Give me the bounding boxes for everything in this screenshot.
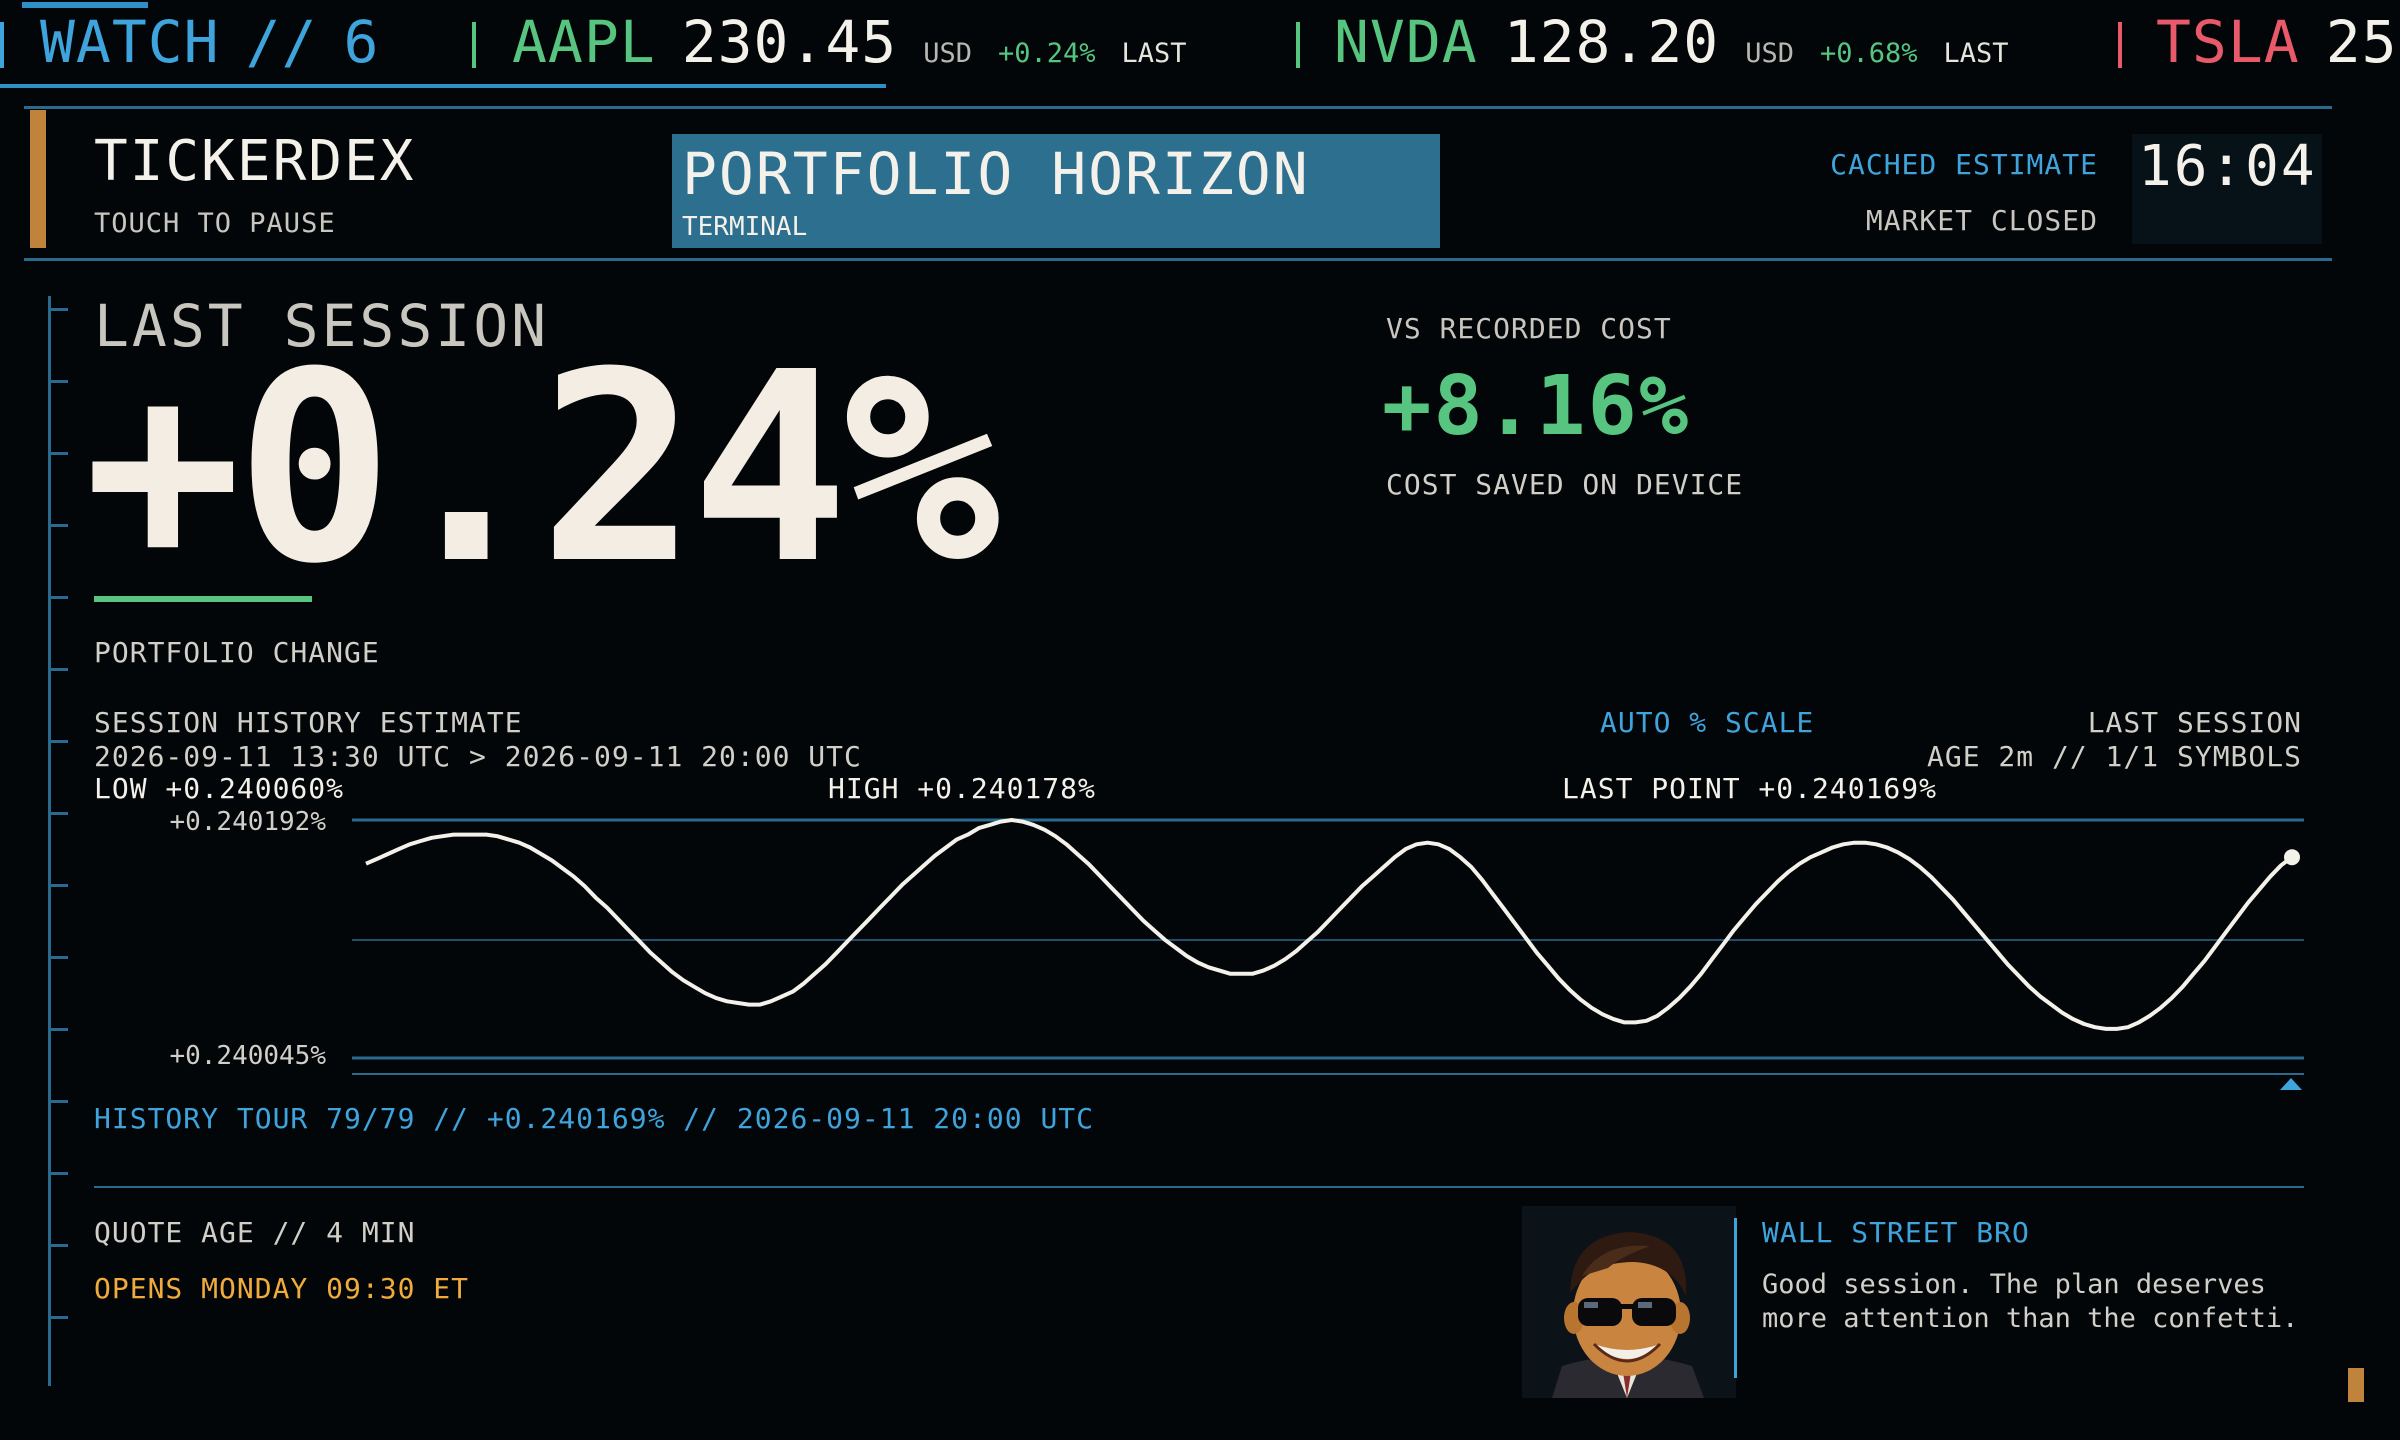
scroll-indicator[interactable]: [2348, 1368, 2364, 1402]
chart-scrubber-handle[interactable]: [2280, 1078, 2302, 1090]
bro-divider: [1734, 1218, 1737, 1378]
bro-message: Good session. The plan deserves more att…: [1762, 1269, 2299, 1334]
bro-avatar[interactable]: [1522, 1206, 1736, 1398]
y-tick-max: +0.240192%: [169, 807, 326, 837]
bro-name: WALL STREET BRO: [1762, 1216, 2030, 1249]
y-tick-min: +0.240045%: [169, 1041, 326, 1071]
section-divider: [94, 1186, 2304, 1188]
history-tour-readout: HISTORY TOUR 79/79 // +0.240169% // 2026…: [94, 1102, 1095, 1135]
chart-series-line: [365, 818, 2294, 1031]
quote-age: QUOTE AGE // 4 MIN: [94, 1216, 416, 1249]
market-open-time: OPENS MONDAY 09:30 ET: [94, 1272, 470, 1305]
avatar-illustration: [1522, 1206, 1736, 1398]
chart-last-point[interactable]: [2284, 849, 2300, 866]
